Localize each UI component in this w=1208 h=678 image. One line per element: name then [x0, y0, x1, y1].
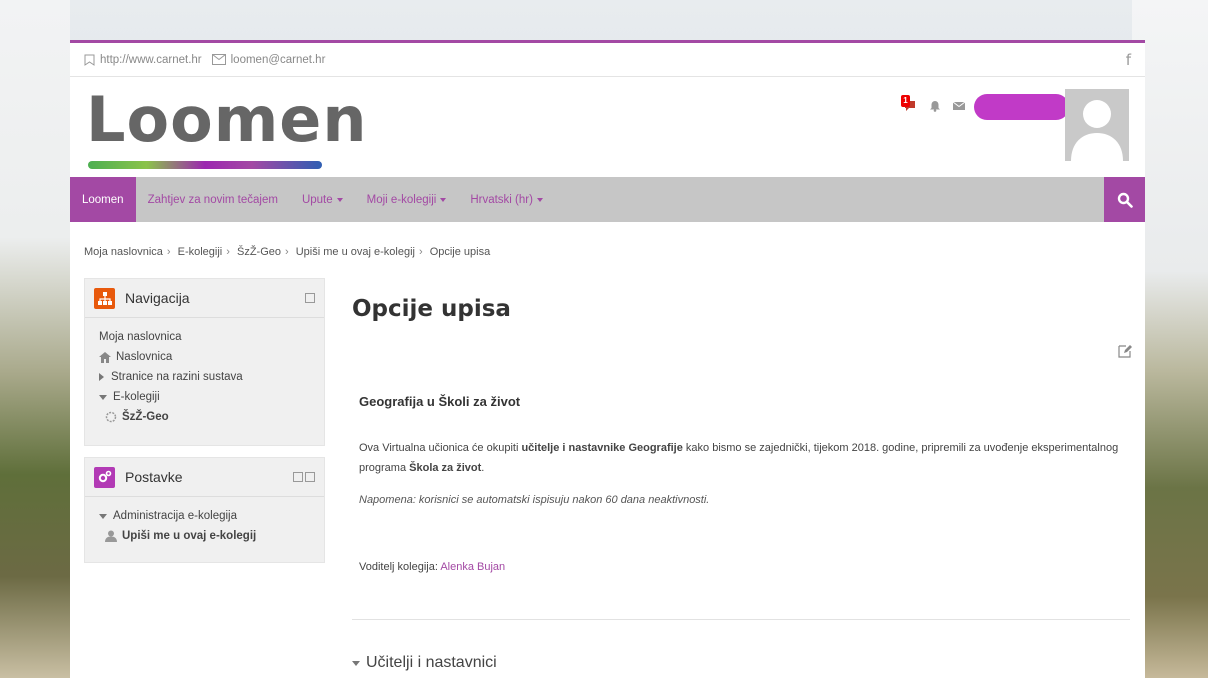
- page-title: Opcije upisa: [352, 296, 511, 322]
- nav-item-upute[interactable]: Upute: [290, 177, 355, 222]
- nav-item-language[interactable]: Hrvatski (hr): [458, 177, 555, 222]
- block-controls: [305, 293, 315, 303]
- navigation-block-header: Navigacija: [85, 279, 324, 318]
- caret-down-icon: [440, 197, 447, 202]
- nav-label: Zahtjev za novim tečajem: [147, 193, 278, 206]
- search-icon: [1117, 192, 1133, 208]
- settings-tree-admin[interactable]: Administracija e-kolegija: [99, 506, 310, 526]
- collapse-arrow-icon: [352, 660, 360, 666]
- caret-down-icon: [536, 197, 543, 202]
- email-link[interactable]: loomen@carnet.hr: [211, 53, 326, 66]
- settings-tree-enrol[interactable]: Upiši me u ovaj e-kolegij: [99, 526, 310, 546]
- course-summary: Ova Virtualna učionica će okupiti učitel…: [359, 438, 1119, 478]
- collapse-arrow-icon: [99, 394, 107, 400]
- bookmark-icon: [84, 54, 95, 66]
- expand-arrow-icon: [99, 373, 104, 381]
- settings-tree: Administracija e-kolegija Upiši me u ova…: [85, 497, 324, 555]
- default-user-icon: [1071, 100, 1123, 161]
- breadcrumb-separator: ›: [166, 246, 171, 258]
- collapse-icon[interactable]: [293, 472, 303, 482]
- nav-tree-label: ŠzŽ-Geo: [122, 411, 169, 423]
- breadcrumb-item[interactable]: E-kolegiji: [178, 246, 223, 258]
- block-controls: [293, 472, 315, 482]
- course-teacher: Voditelj kolegija: Alenka Bujan: [359, 561, 505, 573]
- enrol-section-title: Učitelji i nastavnici: [366, 654, 497, 671]
- nav-label: Loomen: [82, 193, 124, 206]
- mail-icon[interactable]: [953, 101, 965, 111]
- website-url: http://www.carnet.hr: [100, 53, 202, 66]
- main-navbar: Loomen Zahtjev za novim tečajem Upute Mo…: [70, 177, 1145, 222]
- settings-block-title: Postavke: [125, 469, 183, 485]
- settings-block: Postavke Administracija e-kolegija Upiši…: [84, 457, 325, 563]
- breadcrumb-separator: ›: [418, 246, 423, 258]
- divider: [352, 619, 1130, 620]
- user-icon: [105, 530, 117, 542]
- enrol-section-header[interactable]: Učitelji i nastavnici: [352, 654, 497, 672]
- teacher-label: Voditelj kolegija:: [359, 561, 441, 573]
- envelope-icon: [211, 54, 226, 65]
- nav-tree-course[interactable]: ŠzŽ-Geo: [99, 407, 310, 427]
- breadcrumb-separator: ›: [226, 246, 230, 258]
- navigation-block-title: Navigacija: [125, 290, 190, 306]
- nav-tree-label: Naslovnica: [116, 351, 173, 363]
- nav-label: Upute: [301, 193, 333, 206]
- nav-tree-my-home[interactable]: Moja naslovnica: [99, 327, 310, 347]
- breadcrumb-separator: ›: [285, 246, 289, 258]
- summary-text: .: [481, 462, 485, 474]
- user-menu[interactable]: [974, 94, 1069, 120]
- bell-icon[interactable]: [929, 100, 941, 112]
- header-icons: 1: [901, 95, 965, 113]
- navigation-block: Navigacija Moja naslovnica Naslovnica St…: [84, 278, 325, 446]
- breadcrumb: Moja naslovnica › E-kolegiji › ŠzŽ-Geo › Up…: [84, 246, 490, 258]
- course-name: Geografija u Školi za život: [359, 394, 521, 409]
- nav-tree-courses[interactable]: E-kolegiji: [99, 387, 310, 407]
- dock-icon[interactable]: [305, 472, 315, 482]
- background-left: [0, 0, 70, 678]
- header: Loomen 1: [70, 77, 1145, 177]
- facebook-icon[interactable]: f: [1126, 51, 1131, 69]
- edit-icon[interactable]: [1118, 344, 1132, 358]
- email-address: loomen@carnet.hr: [230, 53, 326, 66]
- gears-icon: [94, 466, 115, 488]
- inactivity-note: Napomena: korisnici se automatski ispisu…: [359, 494, 710, 506]
- settings-block-header: Postavke: [85, 458, 324, 497]
- course-icon: [105, 411, 117, 423]
- settings-tree-label: Administracija e-kolegija: [113, 510, 237, 522]
- logo-stripe: [88, 161, 322, 169]
- teacher-link[interactable]: Alenka Bujan: [440, 561, 505, 573]
- nav-label: Moji e-kolegiji: [366, 193, 437, 206]
- search-button[interactable]: [1104, 177, 1145, 222]
- nav-item-loomen[interactable]: Loomen: [70, 177, 136, 222]
- nav-item-my-courses[interactable]: Moji e-kolegiji: [355, 177, 459, 222]
- summary-bold: učitelje i nastavnike Geografije: [521, 442, 683, 454]
- sitemap-icon: [94, 287, 115, 309]
- caret-down-icon: [336, 197, 343, 202]
- website-link[interactable]: http://www.carnet.hr: [84, 54, 202, 66]
- logo[interactable]: Loomen: [86, 83, 368, 156]
- collapse-arrow-icon: [99, 513, 107, 519]
- nav-tree-label: E-kolegiji: [113, 391, 160, 403]
- home-icon: [99, 351, 111, 363]
- summary-bold: Škola za život: [409, 462, 482, 474]
- nav-tree-site-pages[interactable]: Stranice na razini sustava: [99, 367, 310, 387]
- nav-item-new-course-request[interactable]: Zahtjev za novim tečajem: [136, 177, 290, 222]
- breadcrumb-current: Opcije upisa: [429, 246, 491, 258]
- nav-tree-site-home[interactable]: Naslovnica: [99, 347, 310, 367]
- breadcrumb-item[interactable]: Moja naslovnica: [84, 246, 163, 258]
- settings-tree-label: Upiši me u ovaj e-kolegij: [122, 530, 257, 542]
- messages-button[interactable]: 1: [901, 95, 917, 113]
- breadcrumb-item[interactable]: ŠzŽ-Geo: [237, 246, 281, 258]
- avatar[interactable]: [1065, 89, 1129, 161]
- breadcrumb-item[interactable]: Upiši me u ovaj e-kolegij: [296, 246, 415, 258]
- nav-tree-label: Stranice na razini sustava: [111, 371, 243, 383]
- summary-text: Ova Virtualna učionica će okupiti: [359, 442, 522, 454]
- notification-count: 1: [901, 95, 910, 107]
- nav-label: Hrvatski (hr): [470, 193, 533, 206]
- collapse-icon[interactable]: [305, 293, 315, 303]
- top-bar: http://www.carnet.hr loomen@carnet.hr f: [70, 43, 1145, 77]
- navigation-tree: Moja naslovnica Naslovnica Stranice na r…: [85, 318, 324, 436]
